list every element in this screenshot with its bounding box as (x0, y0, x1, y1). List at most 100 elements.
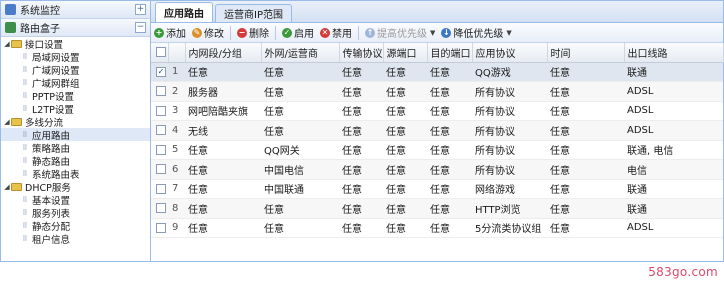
row-checkbox[interactable] (156, 164, 166, 175)
tree-item[interactable]: ⠿ 服务列表 (1, 206, 150, 220)
cell-line: 联通 (624, 198, 723, 219)
row-checkbox-cell[interactable]: ✓ (151, 62, 168, 82)
tree-item[interactable]: ⠿ 静态路由 (1, 154, 150, 168)
table-row[interactable]: 2 服务器 任意 任意 任意 任意 所有协议 任意 ADSL (151, 81, 723, 102)
cell-app: 所有协议 (472, 120, 547, 141)
tab-app-routing[interactable]: 应用路由 (155, 2, 213, 22)
cell-wan: 任意 (261, 218, 339, 238)
monitor-icon (5, 4, 16, 15)
column-header[interactable]: 传输协议 (339, 43, 384, 63)
priority-down-button[interactable]: ↓ 降低优先级 ▼ (441, 25, 512, 40)
row-checkbox-cell[interactable] (151, 179, 168, 199)
column-header[interactable]: 出口线路 (624, 43, 724, 63)
tree-folder[interactable]: ◢ 多线分流 (1, 115, 150, 129)
list-item-icon: ⠿ (22, 221, 28, 230)
table-row[interactable]: 7 任意 中国联通 任意 任意 任意 网络游戏 任意 联通 (151, 179, 723, 199)
tree-item[interactable]: ⠿ 基本设置 (1, 193, 150, 207)
column-header[interactable]: 内网段/分组 (185, 43, 262, 63)
cell-dst: 任意 (427, 101, 472, 121)
cell-lan: 任意 (185, 140, 261, 160)
tree-item[interactable]: ⠿ 应用路由 (1, 128, 150, 142)
enable-button[interactable]: ✓ 启用 (282, 25, 314, 40)
column-header[interactable]: 目的端口 (427, 43, 473, 63)
row-checkbox[interactable] (156, 203, 166, 214)
cell-time: 任意 (547, 179, 624, 199)
tree-item[interactable]: ⠿ L2TP设置 (1, 102, 150, 116)
row-checkbox-cell[interactable] (151, 120, 168, 141)
add-button[interactable]: + 添加 (154, 25, 186, 40)
table-row[interactable]: ✓ 1 任意 任意 任意 任意 任意 QQ游戏 任意 联通 (151, 62, 723, 82)
cell-proto: 任意 (339, 62, 383, 82)
priority-up-button[interactable]: ↑ 提高优先级 ▼ (365, 25, 435, 40)
cell-proto: 任意 (339, 218, 383, 238)
column-header[interactable]: 外网/运营商 (261, 43, 340, 63)
column-header[interactable]: 应用协议 (472, 43, 548, 63)
cell-time: 任意 (547, 62, 624, 82)
table-row[interactable]: 4 无线 任意 任意 任意 任意 所有协议 任意 ADSL (151, 120, 723, 141)
expand-arrow-icon[interactable]: ◢ (3, 183, 11, 191)
accordion-header-system-monitor[interactable]: 系统监控 + (1, 1, 150, 19)
table-row[interactable]: 3 网吧陪酷夹旗 任意 任意 任意 任意 所有协议 任意 ADSL (151, 101, 723, 121)
tree-item[interactable]: ⠿ 系统路由表 (1, 167, 150, 181)
dropdown-caret-icon[interactable]: ▼ (506, 29, 511, 37)
table-row[interactable]: 6 任意 中国电信 任意 任意 任意 所有协议 任意 电信 (151, 159, 723, 180)
select-all-checkbox-cell[interactable] (151, 43, 169, 63)
toolbar-button-label: 提高优先级 (377, 29, 427, 40)
row-checkbox[interactable]: ✓ (156, 66, 166, 77)
cell-lan: 任意 (185, 62, 261, 82)
tree-item-label: 广域网群组 (32, 78, 80, 90)
cell-src: 任意 (383, 62, 427, 82)
row-checkbox-cell[interactable] (151, 101, 168, 121)
table-row[interactable]: 9 任意 任意 任意 任意 任意 5分流类协议组 任意 ADSL (151, 218, 723, 238)
cell-app: 5分流类协议组 (472, 218, 547, 238)
column-header[interactable]: 源端口 (383, 43, 428, 63)
accordion-toggle-icon[interactable]: − (135, 22, 146, 33)
row-checkbox[interactable] (156, 183, 166, 194)
row-checkbox-cell[interactable] (151, 81, 168, 102)
row-checkbox[interactable] (156, 144, 166, 155)
accordion-header-router-box[interactable]: 路由盒子 − (1, 19, 150, 37)
accordion-toggle-icon[interactable]: + (135, 4, 146, 15)
table-row[interactable]: 8 任意 任意 任意 任意 任意 HTTP浏览 任意 联通 (151, 198, 723, 219)
cell-time: 任意 (547, 218, 624, 238)
tree-folder[interactable]: ◢ 接口设置 (1, 37, 150, 51)
row-checkbox-cell[interactable] (151, 140, 168, 160)
select-all-checkbox[interactable] (156, 47, 166, 58)
expand-arrow-icon[interactable]: ◢ (3, 40, 11, 48)
delete-button[interactable]: − 删除 (237, 25, 269, 40)
cell-src: 任意 (383, 179, 427, 199)
tree-item[interactable]: ⠿ 租户信息 (1, 232, 150, 246)
cell-src: 任意 (383, 81, 427, 102)
tree-item[interactable]: ⠿ PPTP设置 (1, 89, 150, 103)
cell-line: 联通 (624, 179, 723, 199)
table-row[interactable]: 5 任意 QQ网关 任意 任意 任意 所有协议 任意 联通, 电信 (151, 140, 723, 160)
disable-button[interactable]: ✕ 禁用 (320, 25, 352, 40)
row-checkbox-cell[interactable] (151, 218, 168, 238)
tree-item[interactable]: ⠿ 静态分配 (1, 219, 150, 233)
cell-line: 联通, 电信 (624, 140, 723, 160)
dropdown-caret-icon[interactable]: ▼ (430, 29, 435, 37)
edit-button[interactable]: ✎ 修改 (192, 25, 224, 40)
toolbar-button-label: 添加 (166, 29, 186, 40)
tree-item[interactable]: ⠿ 广域网群组 (1, 76, 150, 90)
row-checkbox[interactable] (156, 222, 166, 233)
tab-isp-ip-range[interactable]: 运营商IP范围 (215, 4, 292, 22)
row-checkbox[interactable] (156, 105, 166, 116)
column-header[interactable]: 时间 (547, 43, 625, 63)
tree-item[interactable]: ⠿ 局域网设置 (1, 50, 150, 64)
tree-item[interactable]: ⠿ 广域网设置 (1, 63, 150, 77)
tree-folder[interactable]: ◢ DHCP服务 (1, 180, 150, 194)
tree-item-label: DHCP服务 (25, 182, 71, 194)
row-checkbox[interactable] (156, 86, 166, 97)
row-checkbox[interactable] (156, 125, 166, 136)
toolbar-button-label: 删除 (249, 29, 269, 40)
expand-arrow-icon[interactable]: ◢ (3, 118, 11, 126)
tree-item[interactable]: ⠿ 策略路由 (1, 141, 150, 155)
cell-src: 任意 (383, 120, 427, 141)
row-checkbox-cell[interactable] (151, 159, 168, 180)
row-number: 6 (168, 159, 185, 180)
left-nav-panel: 系统监控 + 路由盒子 − ◢ 接口设置 ⠿ 局域网设置 ⠿ 广域网设置 ⠿ 广域网群组 ⠿ PPTP设… (1, 1, 151, 261)
cell-proto: 任意 (339, 198, 383, 219)
row-checkbox-cell[interactable] (151, 198, 168, 219)
cell-dst: 任意 (427, 120, 472, 141)
